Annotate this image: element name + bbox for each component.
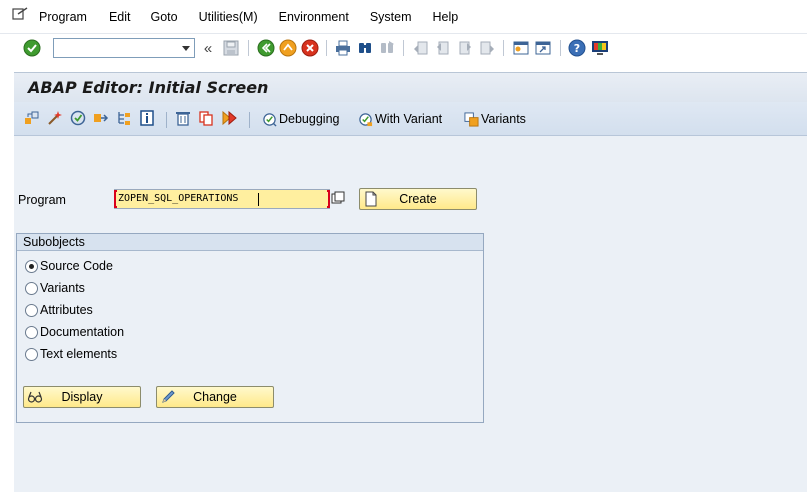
toolbar-separator <box>560 40 561 56</box>
change-label: Change <box>193 390 237 404</box>
execute-variant-icon <box>359 112 373 126</box>
toolbar-separator <box>249 112 250 128</box>
subobjects-title: Subobjects <box>17 234 483 251</box>
menu-item-edit[interactable]: Edit <box>109 10 131 24</box>
menu-options-icon[interactable] <box>12 7 28 21</box>
radio-button[interactable] <box>25 259 38 273</box>
radio-button[interactable] <box>25 303 38 317</box>
application-toolbar: Debugging With Variant Variants <box>14 102 807 136</box>
chevron-down-icon[interactable] <box>182 46 190 51</box>
information-icon[interactable] <box>139 110 155 126</box>
new-document-icon <box>365 191 377 207</box>
radio-label: Attributes <box>40 303 93 317</box>
object-list-icon[interactable] <box>116 110 132 126</box>
radio-label: Documentation <box>40 325 125 339</box>
find-next-icon[interactable] <box>378 39 396 57</box>
menu-bar: Program Edit Goto Utilities(M) Environme… <box>0 0 807 33</box>
execute-icon[interactable] <box>221 110 237 126</box>
previous-page-icon[interactable] <box>434 39 452 57</box>
page-title: ABAP Editor: Initial Screen <box>28 78 269 97</box>
radio-button[interactable] <box>25 325 38 339</box>
radio-button[interactable] <box>25 347 38 361</box>
standard-toolbar: « ? <box>0 33 807 61</box>
toolbar-separator <box>248 40 249 56</box>
command-input[interactable] <box>54 39 174 57</box>
text-cursor <box>258 193 259 206</box>
radio-documentation[interactable]: Documentation <box>25 325 124 339</box>
display-button[interactable]: Display <box>23 386 141 408</box>
toolbar-separator <box>326 40 327 56</box>
toolbar-separator <box>503 40 504 56</box>
menu-item-goto[interactable]: Goto <box>150 10 177 24</box>
print-icon[interactable] <box>334 39 352 57</box>
delete-icon[interactable] <box>175 110 191 126</box>
radio-label: Text elements <box>40 347 118 361</box>
toolbar-separator <box>166 112 167 128</box>
title-bar: ABAP Editor: Initial Screen <box>14 72 807 102</box>
last-page-icon[interactable] <box>478 39 496 57</box>
radio-button[interactable] <box>25 281 38 295</box>
next-page-icon[interactable] <box>456 39 474 57</box>
menu-item-help[interactable]: Help <box>433 10 459 24</box>
change-button[interactable]: Change <box>156 386 274 408</box>
pencil-icon <box>162 390 175 403</box>
menu-item-environment[interactable]: Environment <box>279 10 349 24</box>
customize-layout-icon[interactable] <box>591 39 609 57</box>
value-help-icon[interactable] <box>331 191 345 205</box>
debugging-label: Debugging <box>279 112 340 126</box>
radio-label: Variants <box>40 281 85 295</box>
variants-label: Variants <box>481 112 526 126</box>
radio-attributes[interactable]: Attributes <box>25 303 93 317</box>
where-used-icon[interactable] <box>93 110 109 126</box>
radio-text-elements[interactable]: Text elements <box>25 347 117 361</box>
create-session-icon[interactable] <box>512 39 530 57</box>
program-input[interactable]: ZOPEN_SQL_OPERATIONS <box>114 189 330 209</box>
required-marker <box>327 190 330 208</box>
command-field[interactable] <box>53 38 195 58</box>
toolbar-separator <box>403 40 404 56</box>
check-icon[interactable] <box>47 110 63 126</box>
cancel-icon[interactable] <box>301 39 319 57</box>
menu-item-system[interactable]: System <box>370 10 412 24</box>
variants-button[interactable]: Variants <box>464 110 526 128</box>
radio-source-code[interactable]: Source Code <box>25 259 113 273</box>
first-page-icon[interactable] <box>412 39 430 57</box>
radio-variants[interactable]: Variants <box>25 281 85 295</box>
enter-icon[interactable] <box>23 39 41 57</box>
display-glasses-icon <box>27 391 43 403</box>
other-object-icon[interactable] <box>24 110 40 126</box>
program-input-value: ZOPEN_SQL_OPERATIONS <box>118 193 239 204</box>
back-icon[interactable] <box>257 39 275 57</box>
svg-text:?: ? <box>574 42 580 55</box>
debug-icon <box>263 112 277 127</box>
find-icon[interactable] <box>356 39 374 57</box>
copy-icon[interactable] <box>198 110 214 126</box>
create-label: Create <box>399 192 437 206</box>
collapse-command-icon[interactable]: « <box>201 39 215 57</box>
shortcut-icon[interactable] <box>534 39 552 57</box>
help-icon[interactable]: ? <box>568 39 586 57</box>
with-variant-label: With Variant <box>375 112 443 126</box>
required-marker <box>114 190 117 208</box>
menu-item-utilities[interactable]: Utilities(M) <box>199 10 258 24</box>
save-icon[interactable] <box>222 39 240 57</box>
with-variant-button[interactable]: With Variant <box>358 110 442 128</box>
menu-item-program[interactable]: Program <box>39 10 87 24</box>
radio-label: Source Code <box>40 259 113 273</box>
activate-icon[interactable] <box>70 110 86 126</box>
create-button[interactable]: Create <box>359 188 477 210</box>
debugging-button[interactable]: Debugging <box>262 110 339 128</box>
exit-icon[interactable] <box>279 39 297 57</box>
program-label: Program <box>18 193 66 207</box>
display-label: Display <box>61 390 103 404</box>
variants-icon <box>464 111 479 127</box>
